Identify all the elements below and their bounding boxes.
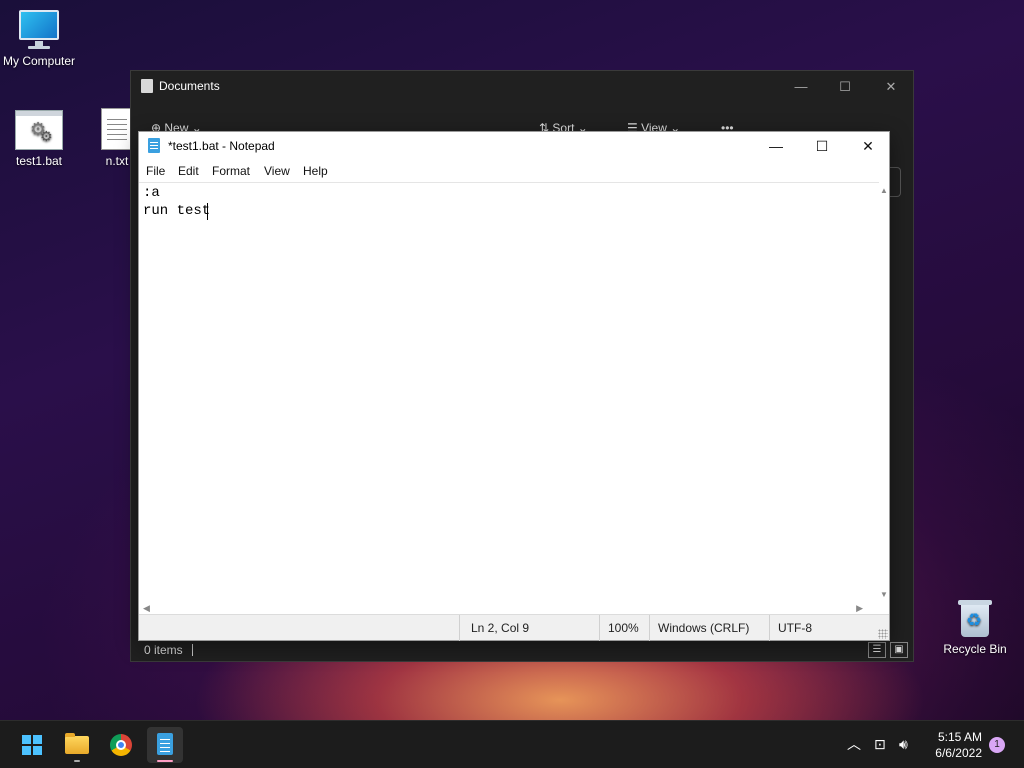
status-divider bbox=[459, 615, 460, 641]
desktop-icon-label: My Computer bbox=[2, 54, 76, 68]
editor-line-2: run test bbox=[143, 203, 211, 219]
explorer-minimize-button[interactable]: — bbox=[783, 77, 819, 97]
chrome-icon bbox=[110, 734, 132, 756]
desktop-icon-label: n.txt bbox=[105, 154, 129, 168]
desktop-icon-label: test1.bat bbox=[15, 154, 63, 168]
status-divider bbox=[599, 615, 600, 641]
menu-help[interactable]: Help bbox=[303, 164, 328, 178]
explorer-close-button[interactable]: ✕ bbox=[873, 77, 909, 97]
running-indicator bbox=[74, 760, 80, 762]
menu-file[interactable]: File bbox=[146, 164, 165, 178]
notepad-window[interactable]: *test1.bat - Notepad — ☐ ✕ File Edit For… bbox=[138, 131, 890, 641]
network-icon[interactable]: ⊡ bbox=[874, 735, 886, 753]
notepad-statusbar: Ln 2, Col 9 100% Windows (CRLF) UTF-8 bbox=[139, 614, 889, 641]
notification-badge[interactable]: 1 bbox=[989, 737, 1005, 753]
taskbar-chrome[interactable] bbox=[103, 727, 139, 763]
vertical-scrollbar[interactable]: ▲ ▼ bbox=[879, 182, 889, 601]
status-divider bbox=[649, 615, 650, 641]
notepad-minimize-button[interactable]: — bbox=[753, 132, 799, 160]
folder-icon bbox=[65, 733, 89, 754]
taskbar: ︿ ⊡ 🔊︎ 5:15 AM 6/6/2022 1 bbox=[0, 720, 1024, 768]
notepad-title: *test1.bat - Notepad bbox=[168, 139, 275, 153]
text-caret bbox=[207, 203, 208, 220]
scroll-left-arrow-icon[interactable]: ◀ bbox=[143, 603, 150, 614]
notepad-close-button[interactable]: ✕ bbox=[845, 132, 891, 160]
tiles-view-icon[interactable]: ▣ bbox=[890, 642, 908, 658]
status-divider bbox=[769, 615, 770, 641]
volume-icon[interactable]: 🔊︎ bbox=[899, 735, 908, 753]
recycle-bin-icon: ♻ bbox=[958, 598, 992, 638]
zoom-level: 100% bbox=[608, 621, 639, 635]
notepad-icon bbox=[157, 733, 173, 755]
text-editor-area[interactable]: :a run test bbox=[139, 182, 881, 601]
active-indicator bbox=[157, 760, 173, 762]
cursor-position: Ln 2, Col 9 bbox=[471, 621, 530, 635]
desktop-icon-label: Recycle Bin bbox=[943, 642, 1007, 656]
desktop-icon-my-computer[interactable]: My Computer bbox=[0, 10, 81, 68]
taskbar-file-explorer[interactable] bbox=[59, 727, 95, 763]
encoding: UTF-8 bbox=[778, 621, 812, 635]
line-ending: Windows (CRLF) bbox=[658, 621, 750, 635]
explorer-titlebar[interactable]: Documents — ☐ ✕ bbox=[131, 71, 913, 103]
explorer-statusbar: 0 items ☰ ▣ bbox=[131, 639, 913, 661]
computer-icon bbox=[17, 10, 61, 50]
desktop-icon-recycle-bin[interactable]: ♻ Recycle Bin bbox=[933, 598, 1017, 656]
chevron-up-icon[interactable]: ︿ bbox=[847, 735, 861, 753]
documents-folder-icon bbox=[141, 79, 153, 93]
clock[interactable]: 5:15 AM 6/6/2022 bbox=[935, 729, 982, 761]
status-divider bbox=[192, 644, 193, 656]
item-count: 0 items bbox=[144, 643, 183, 657]
editor-line-1: :a bbox=[143, 185, 160, 201]
notepad-titlebar[interactable]: *test1.bat - Notepad — ☐ ✕ bbox=[139, 132, 889, 160]
menubar: File Edit Format View Help bbox=[139, 160, 889, 182]
desktop-icon-test1-bat[interactable]: ⚙ ⚙ test1.bat bbox=[0, 110, 81, 168]
explorer-maximize-button[interactable]: ☐ bbox=[827, 77, 863, 97]
windows-logo-icon bbox=[22, 735, 42, 755]
clock-time: 5:15 AM bbox=[937, 730, 982, 744]
taskbar-notepad[interactable] bbox=[147, 727, 183, 763]
horizontal-scrollbar[interactable]: ◀ ▶ bbox=[139, 601, 881, 615]
menu-edit[interactable]: Edit bbox=[178, 164, 199, 178]
start-button[interactable] bbox=[14, 727, 50, 763]
resize-grip-icon[interactable] bbox=[878, 629, 888, 639]
explorer-title: Documents bbox=[159, 79, 220, 93]
clock-date: 6/6/2022 bbox=[935, 746, 982, 760]
details-view-icon[interactable]: ☰ bbox=[868, 642, 886, 658]
scroll-down-arrow-icon[interactable]: ▼ bbox=[880, 590, 888, 599]
notepad-maximize-button[interactable]: ☐ bbox=[799, 132, 845, 160]
notepad-icon bbox=[148, 138, 160, 153]
scroll-up-arrow-icon[interactable]: ▲ bbox=[880, 186, 888, 195]
menu-view[interactable]: View bbox=[264, 164, 290, 178]
scroll-right-arrow-icon[interactable]: ▶ bbox=[856, 603, 863, 614]
batch-file-icon: ⚙ ⚙ bbox=[15, 110, 63, 150]
text-file-icon bbox=[101, 108, 133, 150]
menu-format[interactable]: Format bbox=[212, 164, 250, 178]
